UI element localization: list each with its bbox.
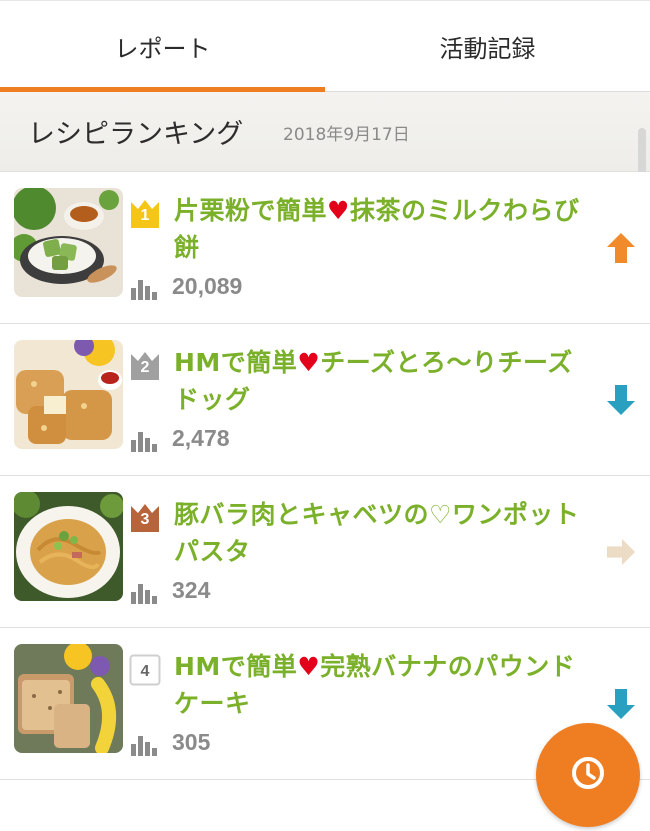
recipe-title-part: 豚バラ肉とキャベツの♡ワンポットパスタ	[174, 500, 580, 566]
rank-badge-silver: 2	[129, 350, 161, 382]
cheese-dog-photo	[14, 340, 123, 449]
ranking-list: 1 片栗粉で簡単♥抹茶のミルクわらび餅 20,089 2 HMで簡単♥チーズとろ…	[0, 172, 650, 780]
matcha-warabimochi-photo	[14, 188, 123, 297]
rank-number: 4	[140, 663, 150, 680]
recipe-title-link[interactable]: HMで簡単♥完熟バナナのパウンドケーキ	[174, 648, 594, 722]
tab-report-label: レポート	[114, 34, 211, 63]
view-count: 305	[172, 729, 211, 755]
recipe-title-part: HMで簡単	[174, 652, 298, 681]
views-chart-icon	[131, 432, 157, 452]
tab-activity-log[interactable]: 活動記録	[325, 1, 650, 91]
clock-icon	[572, 757, 604, 789]
recipe-title-part: 片栗粉で簡単	[174, 196, 328, 225]
heart-icon: ♥	[297, 652, 321, 681]
trend-flat-arrow-icon	[606, 538, 636, 566]
heart-icon: ♥	[327, 196, 350, 225]
ranking-row[interactable]: 2 HMで簡単♥チーズとろ〜りチーズドッグ 2,478	[0, 324, 650, 476]
view-count: 324	[172, 577, 211, 603]
views-chart-icon	[131, 736, 157, 756]
rank-number: 3	[140, 511, 150, 528]
tab-activity-log-label: 活動記録	[439, 34, 536, 63]
section-date: 2018年9月17日	[283, 125, 410, 145]
history-fab-button[interactable]	[536, 723, 640, 827]
rank-number: 1	[140, 207, 150, 224]
recipe-title-link[interactable]: 豚バラ肉とキャベツの♡ワンポットパスタ	[174, 496, 594, 570]
rank-badge-plain: 4	[129, 654, 161, 686]
view-count: 2,478	[172, 425, 230, 451]
trend-up-arrow-icon	[607, 233, 635, 263]
views-chart-icon	[131, 280, 157, 300]
heart-icon: ♥	[297, 348, 321, 377]
view-count: 20,089	[172, 273, 243, 299]
trend-down-arrow-icon	[607, 385, 635, 415]
recipe-title-part: HMで簡単	[174, 348, 298, 377]
rank-number: 2	[140, 359, 150, 376]
ranking-row[interactable]: 3 豚バラ肉とキャベツの♡ワンポットパスタ 324	[0, 476, 650, 628]
recipe-title-link[interactable]: HMで簡単♥チーズとろ〜りチーズドッグ	[174, 344, 594, 418]
rank-badge-bronze: 3	[129, 502, 161, 534]
tab-report[interactable]: レポート	[0, 1, 325, 91]
views-chart-icon	[131, 584, 157, 604]
pasta-photo	[14, 492, 123, 601]
banana-pound-cake-photo	[14, 644, 123, 753]
recipe-title-link[interactable]: 片栗粉で簡単♥抹茶のミルクわらび餅	[174, 192, 594, 266]
rank-badge-gold: 1	[129, 198, 161, 230]
ranking-row[interactable]: 1 片栗粉で簡単♥抹茶のミルクわらび餅 20,089	[0, 172, 650, 324]
trend-down-arrow-icon	[607, 689, 635, 719]
section-title: レシピランキング	[28, 119, 244, 150]
tab-bar: レポート 活動記録	[0, 0, 650, 92]
section-header: レシピランキング 2018年9月17日	[0, 92, 650, 172]
